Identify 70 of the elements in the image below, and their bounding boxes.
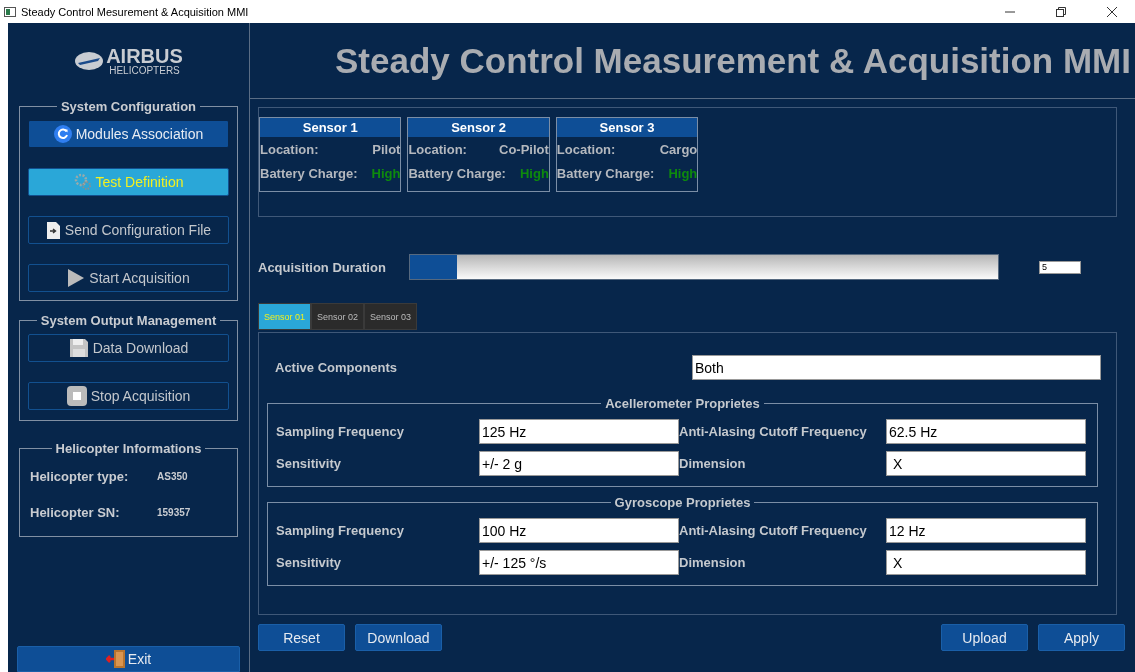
input-field[interactable]: +/- 125 °/s <box>479 550 679 575</box>
duration-slider[interactable] <box>409 254 999 280</box>
field-label: Sampling Frequency <box>276 523 405 538</box>
duration-field[interactable]: 5 <box>1039 260 1081 274</box>
input-field[interactable]: 125 Hz <box>479 419 679 444</box>
field-label: Sampling Frequency <box>276 424 405 439</box>
field-label: Sensitivity <box>276 555 343 570</box>
field-label: Sensitivity <box>276 456 343 471</box>
app-title: Steady Control Measurement & Acquisition MMI <box>335 40 1131 81</box>
group-title: System Output Management <box>39 313 218 328</box>
input-field[interactable]: 12 Hz <box>886 518 1086 543</box>
input-field[interactable]: X <box>886 451 1086 476</box>
close-icon[interactable] <box>1107 6 1117 17</box>
play-icon <box>67 268 86 288</box>
sensor-label: Battery Charge: <box>408 165 506 181</box>
info-value: AS350 <box>157 470 188 482</box>
group-title: Gyroscope Proprietes <box>613 495 752 510</box>
group-title: System Configuration <box>59 99 198 114</box>
duration-label: Acquisition Duration <box>258 259 387 275</box>
input-field[interactable]: X <box>886 550 1086 575</box>
sensor-value: Pilot <box>372 141 401 157</box>
group-title: Acellerometer Proprietes <box>604 396 761 411</box>
battery-status: High <box>668 165 698 181</box>
stop-icon <box>66 386 87 406</box>
sidebar-button[interactable]: Data Download <box>28 334 229 362</box>
sensor-label: Location: <box>408 141 467 157</box>
exit-door-icon <box>105 649 126 669</box>
sensor-value: Cargo <box>659 141 698 157</box>
restore-icon[interactable] <box>1056 6 1066 17</box>
action-button[interactable]: Reset <box>258 624 345 651</box>
field-label: Anti-Alasing Cutoff Frequency <box>679 424 868 439</box>
refresh-icon <box>53 125 72 143</box>
exit-button[interactable]: Exit <box>17 646 240 672</box>
info-label: Helicopter type: <box>30 468 130 484</box>
sensor-label: Battery Charge: <box>260 165 358 181</box>
window-title: Steady Control Mesurement & Acquisition MMI <box>21 5 249 18</box>
logo-text: AIRBUS <box>106 46 183 66</box>
logo-subtitle: HELICOPTERS <box>109 66 180 76</box>
sensor-label: Location: <box>260 141 319 157</box>
sensor-label: Battery Charge: <box>556 165 655 181</box>
sidebar-button[interactable]: Send Configuration File <box>28 216 229 244</box>
logo-icon <box>74 51 105 71</box>
field-label: Dimension <box>679 555 747 570</box>
battery-status: High <box>519 165 549 181</box>
field-label: Dimension <box>679 456 747 471</box>
sensor-value: Co-Pilot <box>499 141 549 157</box>
action-button[interactable]: Apply <box>1038 624 1125 651</box>
sidebar-button[interactable]: Modules Association <box>28 120 229 148</box>
info-label: Helicopter SN: <box>30 504 121 520</box>
field-label: Active Components <box>275 360 398 375</box>
active-components-field[interactable]: Both <box>692 355 1101 380</box>
input-field[interactable]: 62.5 Hz <box>886 419 1086 444</box>
document-icon <box>45 220 61 240</box>
sensor-tab[interactable]: Sensor 03 <box>364 303 418 330</box>
sensor-tab[interactable]: Sensor 02 <box>311 303 365 330</box>
field-label: Anti-Alasing Cutoff Frequency <box>679 523 868 538</box>
info-value: 159357 <box>157 506 191 518</box>
battery-status: High <box>371 165 401 181</box>
action-button[interactable]: Upload <box>941 624 1028 651</box>
sidebar-button[interactable]: Stop Acquisition <box>28 382 229 410</box>
app-icon <box>4 6 16 17</box>
group-title: Helicopter Informations <box>54 441 203 456</box>
action-button[interactable]: Download <box>355 624 442 651</box>
sensor-title: Sensor 1 <box>260 118 401 137</box>
sensor-title: Sensor 2 <box>408 118 549 137</box>
sensor-label: Location: <box>556 141 616 157</box>
input-field[interactable]: +/- 2 g <box>479 451 679 476</box>
sidebar-button[interactable]: Start Acquisition <box>28 264 229 292</box>
input-field[interactable]: 100 Hz <box>479 518 679 543</box>
sensor-title: Sensor 3 <box>556 118 698 137</box>
